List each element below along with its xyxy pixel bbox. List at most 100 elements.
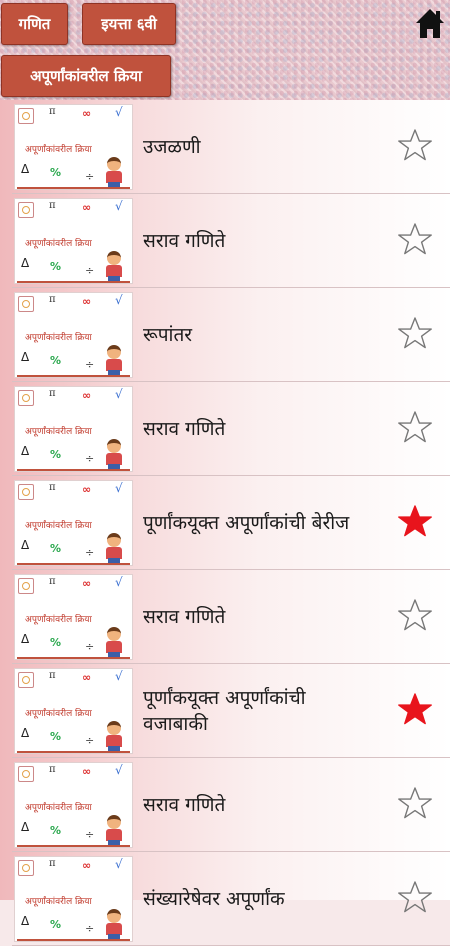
percent-symbol: %	[50, 730, 62, 743]
infinity-symbol: ∞	[82, 859, 92, 872]
lesson-row[interactable]: π ∞ √ अपूर्णांकांवरील क्रिया Δ % ÷ उजळणी	[12, 100, 450, 194]
breadcrumb-chapter-button[interactable]: अपूर्णांकांवरील क्रिया	[1, 55, 171, 97]
lesson-title[interactable]: उजळणी	[143, 100, 373, 193]
thumbnail-title: अपूर्णांकांवरील क्रिया	[25, 239, 92, 249]
delta-symbol: Δ	[21, 162, 30, 176]
child-mascot-icon	[104, 439, 124, 469]
thumbnail-title: अपूर्णांकांवरील क्रिया	[25, 521, 92, 531]
divide-symbol: ÷	[85, 358, 95, 371]
child-mascot-icon	[104, 721, 124, 751]
pi-symbol: π	[49, 858, 56, 869]
star-outline-icon[interactable]	[397, 410, 433, 446]
pi-symbol: π	[49, 764, 56, 775]
lesson-title[interactable]: सराव गणिते	[143, 758, 373, 851]
lesson-row[interactable]: π ∞ √ अपूर्णांकांवरील क्रिया Δ % ÷ पूर्ण…	[12, 476, 450, 570]
infinity-symbol: ∞	[82, 107, 92, 120]
breadcrumb-grade-button[interactable]: इयत्ता ६वी	[82, 3, 176, 45]
child-mascot-icon	[104, 251, 124, 281]
infinity-symbol: ∞	[82, 201, 92, 214]
divide-symbol: ÷	[85, 170, 95, 183]
thumbnail-divider	[17, 563, 130, 565]
breadcrumb-subject-button[interactable]: गणित	[1, 3, 68, 45]
percent-symbol: %	[50, 354, 62, 367]
percent-symbol: %	[50, 542, 62, 555]
lesson-row[interactable]: π ∞ √ अपूर्णांकांवरील क्रिया Δ % ÷ सराव …	[12, 194, 450, 288]
star-outline-icon[interactable]	[397, 880, 433, 916]
pi-symbol: π	[49, 670, 56, 681]
thumbnail-divider	[17, 187, 130, 189]
lesson-thumbnail: π ∞ √ अपूर्णांकांवरील क्रिया Δ % ÷	[14, 668, 133, 754]
child-mascot-icon	[104, 909, 124, 939]
delta-symbol: Δ	[21, 632, 30, 646]
lesson-row[interactable]: π ∞ √ अपूर्णांकांवरील क्रिया Δ % ÷ सराव …	[12, 570, 450, 664]
thumbnail-title: अपूर्णांकांवरील क्रिया	[25, 145, 92, 155]
pi-symbol: π	[49, 388, 56, 399]
infinity-symbol: ∞	[82, 671, 92, 684]
delta-symbol: Δ	[21, 256, 30, 270]
child-mascot-icon	[104, 345, 124, 375]
delta-symbol: Δ	[21, 726, 30, 740]
thumbnail-title: अपूर्णांकांवरील क्रिया	[25, 709, 92, 719]
infinity-symbol: ∞	[82, 765, 92, 778]
star-outline-icon[interactable]	[397, 128, 433, 164]
star-outline-icon[interactable]	[397, 316, 433, 352]
lesson-title[interactable]: सराव गणिते	[143, 382, 373, 475]
logo-icon	[18, 672, 34, 688]
delta-symbol: Δ	[21, 538, 30, 552]
logo-icon	[18, 108, 34, 124]
star-filled-icon[interactable]	[397, 692, 433, 728]
lesson-thumbnail: π ∞ √ अपूर्णांकांवरील क्रिया Δ % ÷	[14, 292, 133, 378]
divide-symbol: ÷	[85, 734, 95, 747]
lesson-thumbnail: π ∞ √ अपूर्णांकांवरील क्रिया Δ % ÷	[14, 198, 133, 284]
divide-symbol: ÷	[85, 640, 95, 653]
child-mascot-icon	[104, 157, 124, 187]
lesson-title[interactable]: पूर्णांकयूक्त अपूर्णांकांची वजाबाकी	[143, 664, 373, 757]
lesson-title[interactable]: सराव गणिते	[143, 570, 373, 663]
star-outline-icon[interactable]	[397, 786, 433, 822]
thumbnail-divider	[17, 281, 130, 283]
lesson-thumbnail: π ∞ √ अपूर्णांकांवरील क्रिया Δ % ÷	[14, 104, 133, 190]
percent-symbol: %	[50, 260, 62, 273]
percent-symbol: %	[50, 448, 62, 461]
delta-symbol: Δ	[21, 444, 30, 458]
star-outline-icon[interactable]	[397, 222, 433, 258]
logo-icon	[18, 860, 34, 876]
sqrt-symbol: √	[115, 669, 123, 683]
thumbnail-title: अपूर्णांकांवरील क्रिया	[25, 333, 92, 343]
sqrt-symbol: √	[115, 105, 123, 119]
lesson-thumbnail: π ∞ √ अपूर्णांकांवरील क्रिया Δ % ÷	[14, 856, 133, 942]
lesson-row[interactable]: π ∞ √ अपूर्णांकांवरील क्रिया Δ % ÷ पूर्ण…	[12, 664, 450, 758]
logo-icon	[18, 766, 34, 782]
lesson-title[interactable]: संख्यारेषेवर अपूर्णांक	[143, 852, 373, 945]
sqrt-symbol: √	[115, 199, 123, 213]
child-mascot-icon	[104, 627, 124, 657]
lesson-thumbnail: π ∞ √ अपूर्णांकांवरील क्रिया Δ % ÷	[14, 762, 133, 848]
lesson-row[interactable]: π ∞ √ अपूर्णांकांवरील क्रिया Δ % ÷ संख्य…	[12, 852, 450, 946]
lesson-title[interactable]: रूपांतर	[143, 288, 373, 381]
sqrt-symbol: √	[115, 387, 123, 401]
percent-symbol: %	[50, 166, 62, 179]
top-bar: गणित इयत्ता ६वी अपूर्णांकांवरील क्रिया	[0, 0, 450, 100]
logo-icon	[18, 390, 34, 406]
home-icon[interactable]	[415, 6, 445, 40]
sqrt-symbol: √	[115, 857, 123, 871]
infinity-symbol: ∞	[82, 389, 92, 402]
lesson-row[interactable]: π ∞ √ अपूर्णांकांवरील क्रिया Δ % ÷ सराव …	[12, 758, 450, 852]
child-mascot-icon	[104, 815, 124, 845]
star-filled-icon[interactable]	[397, 504, 433, 540]
lesson-row[interactable]: π ∞ √ अपूर्णांकांवरील क्रिया Δ % ÷ रूपां…	[12, 288, 450, 382]
lesson-title[interactable]: पूर्णांकयूक्त अपूर्णांकांची बेरीज	[143, 476, 373, 569]
child-mascot-icon	[104, 533, 124, 563]
lesson-row[interactable]: π ∞ √ अपूर्णांकांवरील क्रिया Δ % ÷ सराव …	[12, 382, 450, 476]
sqrt-symbol: √	[115, 293, 123, 307]
logo-icon	[18, 484, 34, 500]
star-outline-icon[interactable]	[397, 598, 433, 634]
delta-symbol: Δ	[21, 350, 30, 364]
lesson-list: π ∞ √ अपूर्णांकांवरील क्रिया Δ % ÷ उजळणी…	[0, 100, 450, 946]
lesson-title[interactable]: सराव गणिते	[143, 194, 373, 287]
thumbnail-divider	[17, 469, 130, 471]
divide-symbol: ÷	[85, 922, 95, 935]
pi-symbol: π	[49, 576, 56, 587]
percent-symbol: %	[50, 636, 62, 649]
pi-symbol: π	[49, 482, 56, 493]
